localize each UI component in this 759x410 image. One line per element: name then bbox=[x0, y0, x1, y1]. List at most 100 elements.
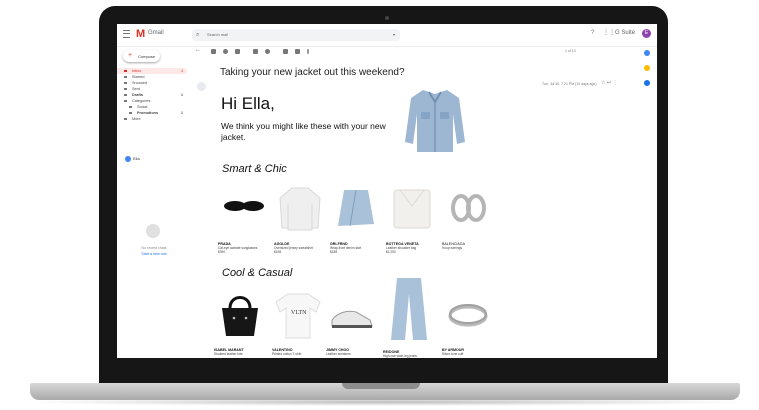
chat-empty-text: No recent chats bbox=[141, 246, 167, 250]
people-icon bbox=[129, 106, 132, 108]
white-bag-image bbox=[393, 189, 431, 229]
search-input[interactable]: Search mail bbox=[207, 32, 228, 37]
product-price: $188 bbox=[330, 250, 338, 254]
search-options-icon[interactable]: ▾ bbox=[393, 32, 395, 37]
product-card[interactable]: BOTTEGA VENETA Leather shoulder bag $1,2… bbox=[386, 184, 438, 254]
inbox-icon bbox=[124, 70, 127, 72]
keep-icon[interactable] bbox=[644, 65, 650, 71]
report-spam-icon[interactable] bbox=[223, 49, 228, 54]
product-description: Hoop earrings bbox=[442, 246, 463, 250]
star-icon[interactable]: ☆ bbox=[601, 80, 605, 86]
calendar-icon[interactable] bbox=[644, 50, 650, 56]
compose-plus-icon: + bbox=[128, 52, 133, 59]
denim-jacket-image bbox=[405, 90, 465, 152]
compose-label: Compose bbox=[138, 54, 156, 59]
sidebar-user-name: Ella bbox=[133, 156, 140, 161]
sidebar-user[interactable]: Ella bbox=[125, 155, 175, 163]
sidebar-item-label: Categories bbox=[132, 99, 151, 103]
black-tote-image bbox=[222, 296, 258, 336]
sidebar-nav: Inbox 4 Starred Snoozed Sent Drafts 1 Cate… bbox=[117, 68, 187, 122]
sidebar-item-label: Inbox bbox=[132, 69, 142, 73]
account-avatar[interactable]: E bbox=[642, 29, 651, 38]
silver-earrings-image bbox=[451, 194, 486, 222]
start-chat-link[interactable]: Start a new one bbox=[129, 252, 179, 256]
product-card[interactable]: BALENCIAGA Hoop earrings bbox=[442, 184, 494, 250]
user-icon bbox=[125, 155, 131, 162]
move-to-icon[interactable] bbox=[283, 49, 288, 54]
compose-button[interactable]: + Compose bbox=[123, 50, 160, 62]
email-intro: We think you might like these with your … bbox=[221, 121, 386, 142]
search-icon[interactable]: ⌕ bbox=[196, 32, 199, 38]
back-arrow-icon[interactable]: ← bbox=[195, 47, 201, 53]
gsuite-brand: G Suite bbox=[615, 30, 636, 36]
chat-icon bbox=[146, 224, 160, 238]
sidebar: + Compose Inbox 4 Starred Snoozed Sent Dr… bbox=[117, 46, 188, 358]
send-icon bbox=[124, 88, 127, 90]
draft-icon bbox=[124, 94, 127, 96]
snooze-icon[interactable] bbox=[265, 49, 270, 54]
sidebar-item-label: Social bbox=[137, 105, 148, 109]
side-panel bbox=[644, 50, 652, 95]
sender-avatar bbox=[197, 82, 206, 91]
gmail-topbar: M Gmail ⌕ Search mail ▾ ? ⋮⋮ G Suite E bbox=[117, 24, 657, 47]
sunglasses-image bbox=[224, 201, 264, 211]
product-description: Silver-tone cuff bbox=[442, 352, 464, 356]
product-card[interactable]: GRLFRND Wrap-front denim skirt $188 bbox=[330, 184, 382, 254]
clock-icon bbox=[124, 82, 127, 84]
section-title-smart-chic: Smart & Chic bbox=[222, 163, 287, 175]
white-sweatshirt-image bbox=[279, 187, 321, 231]
product-card[interactable]: AGOLDE Oversized jersey sweatshirt $198 bbox=[274, 184, 326, 254]
gmail-logo-icon[interactable]: M bbox=[136, 29, 145, 40]
product-card[interactable]: VLTN VALENTINO Printed cotton T-shirt bbox=[272, 290, 324, 356]
reply-icon[interactable]: ↩ bbox=[607, 80, 611, 86]
mark-unread-icon[interactable] bbox=[253, 49, 258, 54]
tasks-icon[interactable] bbox=[644, 80, 650, 86]
sidebar-item-label: Starred bbox=[132, 75, 145, 79]
apps-grid-icon[interactable]: ⋮⋮ bbox=[603, 30, 615, 36]
sidebar-item-label: Sent bbox=[132, 87, 140, 91]
product-price: $198 bbox=[274, 250, 282, 254]
product-description: Leather sneakers bbox=[326, 352, 351, 356]
sidebar-item-more[interactable]: More bbox=[117, 116, 187, 122]
email-subject: Taking your new jacket out this weekend? bbox=[220, 67, 405, 78]
more-vert-icon[interactable]: ⋮ bbox=[612, 80, 617, 86]
svg-text:VLTN: VLTN bbox=[291, 310, 307, 316]
sidebar-item-label: More bbox=[132, 117, 141, 121]
pagination: 1 of 10 bbox=[565, 49, 576, 53]
email-date: Tue, Jul 30, 7:21 PM (10 days ago) bbox=[542, 82, 597, 86]
email-greeting: Hi Ella, bbox=[221, 94, 275, 113]
product-card[interactable]: ISABEL MARANT Studded leather tote bbox=[214, 290, 266, 356]
product-card[interactable]: PRADA Cat-eye acetate sunglasses $390 bbox=[218, 184, 270, 254]
product-card[interactable]: RE/DONE High-rise wide-leg jeans bbox=[383, 276, 435, 358]
message-actions: ☆ ↩ ⋮ bbox=[601, 80, 617, 86]
search-bar[interactable]: ⌕ Search mail ▾ bbox=[192, 29, 400, 41]
white-tshirt-image: VLTN bbox=[275, 293, 321, 339]
silver-bracelet-image bbox=[448, 304, 488, 327]
product-card[interactable]: BY ARMOUR Silver-tone cuff bbox=[442, 290, 494, 356]
product-description: Printed cotton T-shirt bbox=[272, 352, 302, 356]
denim-skirt-image bbox=[338, 189, 374, 227]
gmail-logo-text[interactable]: Gmail bbox=[148, 30, 164, 36]
product-description: Studded leather tote bbox=[214, 352, 243, 356]
product-price: $1,250 bbox=[386, 250, 396, 254]
product-description: High-rise wide-leg jeans bbox=[383, 354, 418, 358]
chevron-down-icon bbox=[124, 118, 127, 120]
product-price: $390 bbox=[218, 250, 226, 254]
label-icon bbox=[124, 100, 127, 102]
tag-icon bbox=[129, 112, 132, 114]
section-title-cool-casual: Cool & Casual bbox=[222, 267, 293, 279]
star-icon bbox=[124, 76, 127, 78]
product-card[interactable]: JIMMY CHOO Leather sneakers bbox=[326, 290, 378, 356]
more-options-icon[interactable] bbox=[307, 49, 309, 54]
sidebar-item-label: Promotions bbox=[137, 111, 159, 115]
sneakers-image bbox=[331, 310, 373, 328]
archive-icon[interactable] bbox=[211, 49, 216, 54]
hamburger-menu-icon[interactable] bbox=[123, 30, 130, 38]
help-icon[interactable]: ? bbox=[591, 30, 594, 36]
sidebar-item-label: Snoozed bbox=[132, 81, 147, 85]
sidebar-item-label: Drafts bbox=[132, 93, 143, 97]
delete-icon[interactable] bbox=[235, 49, 240, 54]
laptop-notch bbox=[342, 383, 420, 389]
webcam bbox=[385, 16, 389, 20]
labels-icon[interactable] bbox=[295, 49, 300, 54]
